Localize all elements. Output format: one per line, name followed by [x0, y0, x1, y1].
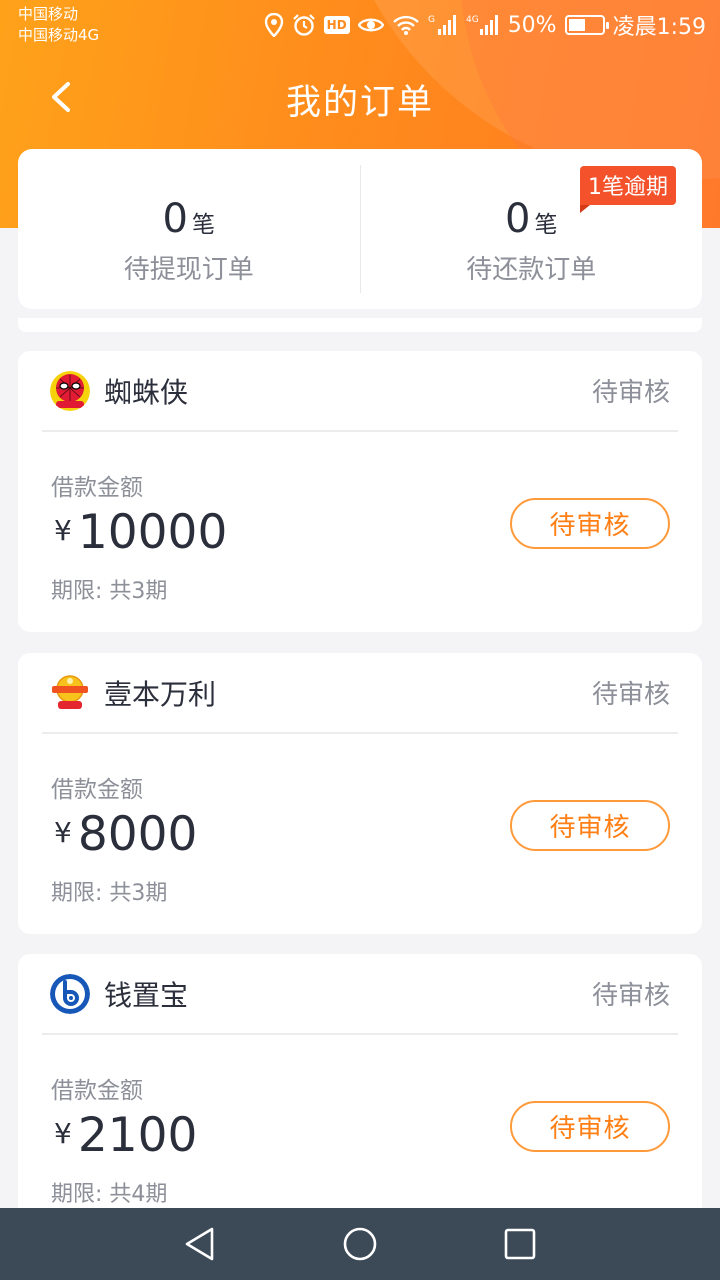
order-card-header: 壹本万利 待审核	[42, 653, 678, 734]
carrier-info: 中国移动 中国移动4G	[18, 4, 99, 46]
loan-term: 期限: 共3期	[51, 881, 168, 906]
amount-label: 借款金额	[51, 1078, 143, 1104]
pending-review-button[interactable]: 待审核	[510, 800, 670, 851]
order-summary-card: 0 笔 待提现订单 1笔逾期 0 笔 待还款订单	[18, 149, 702, 309]
lender-name: 钱置宝	[104, 978, 189, 1012]
divider-strip	[18, 318, 702, 332]
status-icons: HD G 4G 50% 凌晨1:59	[264, 8, 706, 42]
battery-icon	[564, 12, 609, 38]
pending-withdraw-summary[interactable]: 0 笔 待提现订单	[18, 149, 360, 309]
pending-repay-count: 0	[505, 196, 531, 242]
order-status: 待审核	[591, 680, 670, 710]
order-card-header: 钱置宝 待审核	[42, 954, 678, 1035]
back-triangle-icon[interactable]	[180, 1224, 220, 1264]
overdue-badge: 1笔逾期	[580, 166, 676, 213]
loan-amount: 2100	[77, 1108, 198, 1163]
page-title: 我的订单	[285, 83, 434, 123]
eye-icon	[357, 12, 384, 38]
pending-review-button[interactable]: 待审核	[510, 498, 670, 549]
signal-4g-icon: 4G	[466, 12, 500, 38]
order-card[interactable]: 壹本万利 待审核 借款金额 ¥ 8000 期限: 共3期 待审核	[18, 653, 702, 934]
loan-amount: 8000	[77, 807, 198, 862]
pending-repay-summary[interactable]: 1笔逾期 0 笔 待还款订单	[359, 165, 703, 293]
battery-percent: 50%	[507, 12, 557, 38]
status-bar: 中国移动 中国移动4G HD G 4G 50% 凌晨1:59	[0, 0, 720, 50]
loan-amount: 10000	[77, 505, 228, 560]
count-unit: 笔	[534, 212, 558, 238]
home-circle-icon[interactable]	[340, 1224, 380, 1264]
currency-symbol: ¥	[54, 1117, 72, 1150]
loan-term: 期限: 共3期	[51, 579, 168, 604]
signal-icon: G	[428, 12, 458, 38]
carrier-1: 中国移动	[18, 5, 79, 23]
nav-bar: 我的订单	[0, 50, 720, 142]
pending-withdraw-label: 待提现订单	[123, 255, 254, 285]
lender-name: 壹本万利	[104, 677, 217, 711]
alarm-icon	[292, 12, 316, 38]
signal1-label: G	[428, 15, 435, 25]
order-card[interactable]: 钱置宝 待审核 借款金额 ¥ 2100 期限: 共4期 待审核	[18, 954, 702, 1235]
loan-term: 期限: 共4期	[51, 1182, 168, 1207]
wifi-icon	[392, 12, 420, 38]
order-status: 待审核	[591, 981, 670, 1011]
lender-name: 蜘蛛侠	[104, 375, 189, 409]
signal2-label: 4G	[466, 15, 479, 25]
count-unit: 笔	[191, 212, 215, 238]
pending-withdraw-count: 0	[162, 196, 188, 242]
order-status: 待审核	[591, 378, 670, 408]
clock: 凌晨1:59	[612, 15, 706, 40]
currency-symbol: ¥	[54, 816, 72, 849]
recents-square-icon[interactable]	[500, 1224, 540, 1264]
yibenwanli-logo	[50, 672, 90, 713]
spiderman-logo	[50, 370, 90, 411]
currency-symbol: ¥	[54, 514, 72, 547]
carrier-2: 中国移动4G	[18, 26, 100, 44]
order-card[interactable]: 蜘蛛侠 待审核 借款金额 ¥ 10000 期限: 共3期 待审核	[18, 351, 702, 632]
pending-review-button[interactable]: 待审核	[510, 1101, 670, 1152]
order-card-header: 蜘蛛侠 待审核	[42, 351, 678, 432]
amount-label: 借款金额	[51, 777, 143, 803]
amount-label: 借款金额	[51, 475, 143, 501]
location-icon	[264, 12, 284, 38]
hd-icon: HD	[323, 12, 350, 38]
qianzhibao-logo	[50, 973, 90, 1014]
pending-repay-label: 待还款订单	[466, 255, 597, 285]
system-nav-bar	[0, 1208, 720, 1280]
